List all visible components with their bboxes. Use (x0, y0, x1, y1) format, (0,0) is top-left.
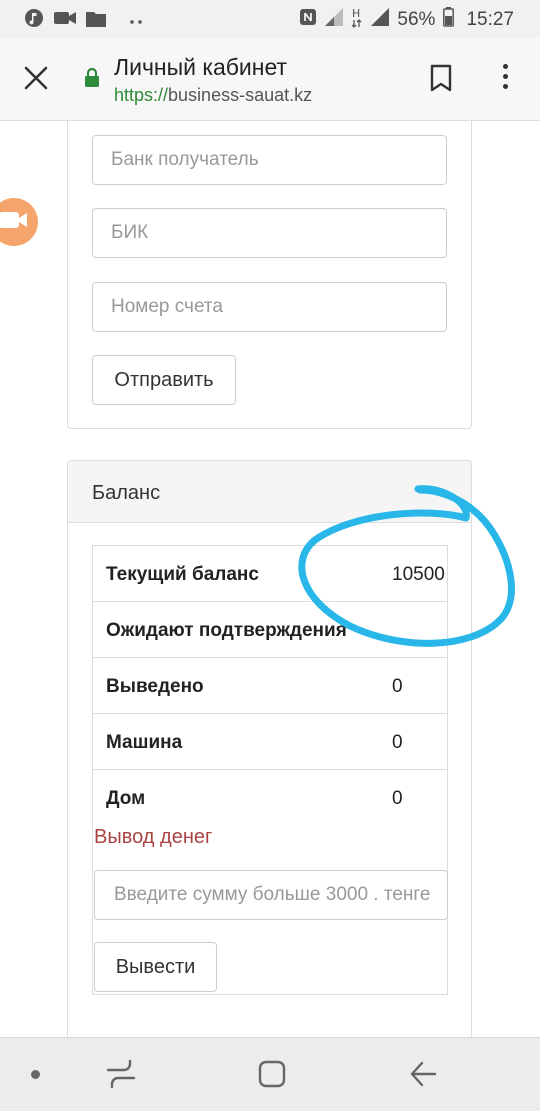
nfc-icon (299, 8, 317, 32)
battery-icon (443, 7, 455, 33)
balance-card-header: Баланс (68, 461, 471, 523)
row-value: 0 (392, 788, 403, 809)
url-scheme: https:// (114, 85, 169, 105)
signal-icon (371, 8, 390, 32)
status-bar: H 56% 15:27 (0, 0, 540, 38)
balance-card: Баланс Текущий баланс 10500 Ожидают подт… (67, 460, 472, 1037)
row-label: Машина (106, 732, 183, 753)
clock: 15:27 (466, 9, 514, 30)
back-arrow-icon[interactable] (409, 1060, 437, 1093)
lock-icon (84, 67, 100, 92)
row-label: Дом (106, 788, 146, 809)
row-value: 10500 (392, 564, 445, 585)
video-camera-icon (0, 209, 29, 236)
table-row: Выведено 0 (93, 657, 448, 713)
table-row: Дом 0 (93, 769, 448, 825)
balance-panel: Текущий баланс 10500 Ожидают подтвержден… (92, 545, 448, 995)
battery-percent: 56% (397, 9, 436, 30)
url-text[interactable]: https://business-sauat.kz (114, 85, 312, 106)
recent-apps-icon[interactable] (106, 1059, 136, 1093)
close-icon[interactable] (22, 64, 50, 92)
table-row: Машина 0 (93, 713, 448, 769)
balance-card-title: Баланс (92, 482, 161, 504)
home-icon[interactable] (258, 1060, 286, 1093)
withdraw-button[interactable]: Вывести (94, 942, 217, 992)
table-row: Ожидают подтверждения (93, 601, 448, 657)
folder-icon (86, 10, 106, 32)
nav-dot-icon[interactable] (31, 1070, 40, 1079)
row-label: Выведено (106, 676, 204, 697)
submit-button[interactable]: Отправить (92, 355, 236, 405)
page-content: Банк получатель БИК Номер счета Отправит… (0, 121, 540, 1037)
bank-details-card: Банк получатель БИК Номер счета Отправит… (67, 121, 472, 429)
floating-video-button[interactable] (0, 198, 38, 246)
table-row: Текущий баланс 10500 (93, 545, 448, 601)
bookmark-icon[interactable] (429, 64, 453, 97)
signal-icon (325, 8, 344, 32)
withdraw-title: Вывод денег (94, 826, 213, 848)
row-value: 0 (392, 732, 403, 753)
system-nav-bar (0, 1037, 540, 1111)
more-dots-icon (130, 12, 142, 30)
bank-name-input[interactable]: Банк получатель (92, 135, 447, 185)
page-title: Личный кабинет (114, 54, 288, 80)
amount-input[interactable]: Введите сумму больше 3000 . тенге (94, 870, 448, 920)
row-label: Текущий баланс (106, 564, 259, 585)
video-icon (54, 10, 76, 31)
more-menu-icon[interactable] (498, 64, 512, 94)
url-host: business-sauat.kz (168, 85, 313, 105)
row-label: Ожидают подтверждения (106, 620, 347, 641)
row-value: 0 (392, 676, 403, 697)
music-icon (24, 8, 44, 33)
h-network-icon: H (351, 6, 363, 34)
browser-toolbar: Личный кабинет https://business-sauat.kz (0, 38, 540, 121)
account-number-input[interactable]: Номер счета (92, 282, 447, 332)
bik-input[interactable]: БИК (92, 208, 447, 258)
svg-text:H: H (352, 7, 360, 20)
